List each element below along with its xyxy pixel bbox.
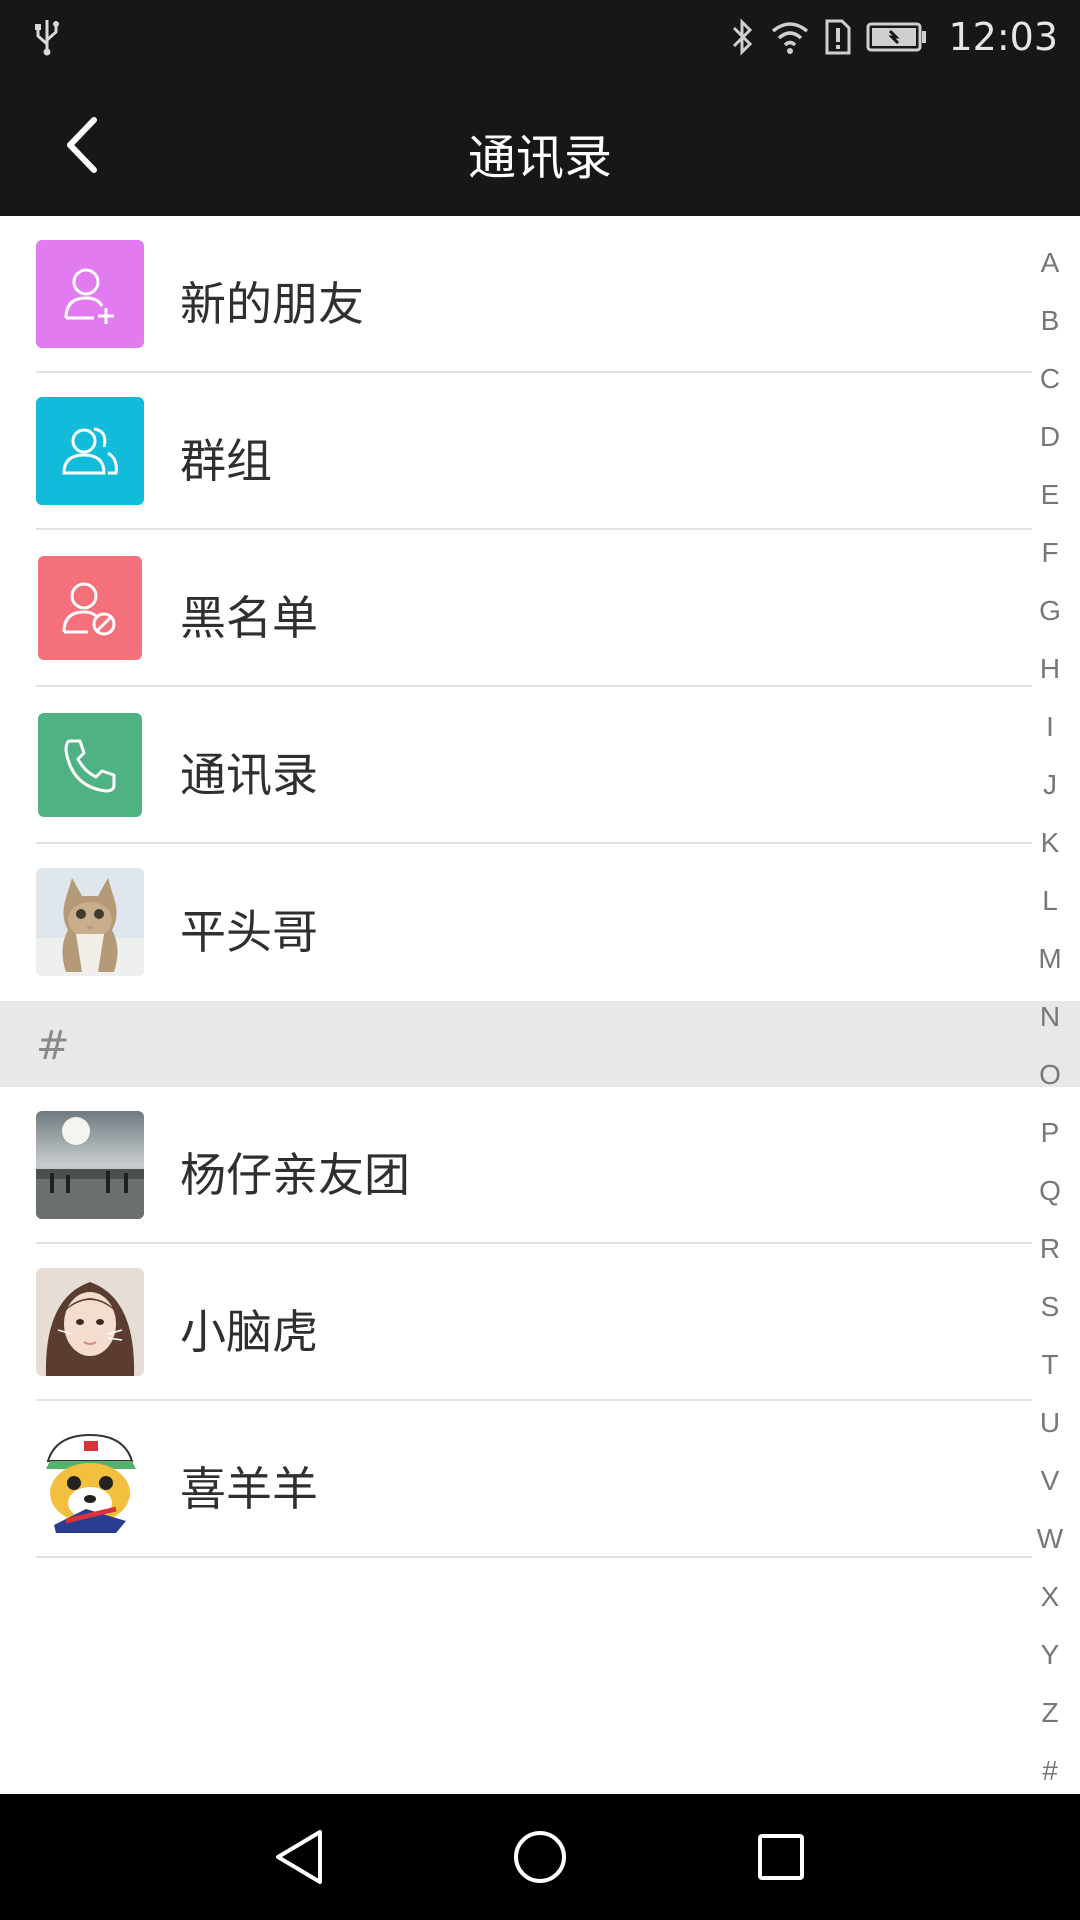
index-letter[interactable]: V bbox=[1020, 1458, 1080, 1516]
system-nav-bar bbox=[0, 1794, 1080, 1920]
status-bar: 12:03 bbox=[0, 0, 1080, 74]
index-letter[interactable]: B bbox=[1020, 298, 1080, 356]
address-book-icon-box bbox=[38, 713, 142, 817]
recents-square-icon[interactable] bbox=[746, 1822, 816, 1892]
index-letter[interactable]: J bbox=[1020, 762, 1080, 820]
groups-icon-box bbox=[36, 397, 144, 505]
girl-avatar bbox=[36, 1268, 144, 1376]
list-item-groups[interactable]: 群组 bbox=[0, 373, 1080, 530]
new-friends-icon-box bbox=[36, 240, 144, 348]
list-item-contact[interactable]: 平头哥 bbox=[0, 844, 1080, 1001]
index-letter[interactable]: P bbox=[1020, 1110, 1080, 1168]
index-letter[interactable]: C bbox=[1020, 356, 1080, 414]
index-letter[interactable]: X bbox=[1020, 1574, 1080, 1632]
index-letter[interactable]: I bbox=[1020, 704, 1080, 762]
index-letter[interactable]: F bbox=[1020, 530, 1080, 588]
page-title: 通讯录 bbox=[467, 130, 612, 186]
index-letter[interactable]: U bbox=[1020, 1400, 1080, 1458]
list-item-label: 小脑虎 bbox=[180, 1305, 318, 1359]
index-letter[interactable]: Z bbox=[1020, 1690, 1080, 1748]
index-letter[interactable]: W bbox=[1020, 1516, 1080, 1574]
list-item-label: 黑名单 bbox=[180, 591, 318, 645]
group-icon bbox=[62, 427, 118, 475]
sim-alert-icon bbox=[825, 19, 851, 55]
usb-icon bbox=[35, 20, 59, 56]
list-item-label: 新的朋友 bbox=[180, 277, 364, 331]
list-item-label: 通讯录 bbox=[180, 748, 318, 802]
landscape-avatar bbox=[36, 1111, 144, 1219]
list-item-label: 平头哥 bbox=[180, 905, 318, 959]
phone-icon bbox=[64, 739, 116, 793]
index-letter[interactable]: G bbox=[1020, 588, 1080, 646]
list-item-new-friends[interactable]: 新的朋友 bbox=[0, 216, 1080, 373]
cartoon-dog-avatar bbox=[36, 1425, 144, 1533]
index-letter[interactable]: D bbox=[1020, 414, 1080, 472]
battery-icon bbox=[866, 22, 927, 52]
title-bar: 通讯录 bbox=[0, 74, 1080, 216]
list-item-label: 喜羊羊 bbox=[180, 1462, 318, 1516]
index-letter[interactable]: E bbox=[1020, 472, 1080, 530]
status-time: 12:03 bbox=[948, 15, 1058, 59]
index-letter[interactable]: M bbox=[1020, 936, 1080, 994]
index-letter[interactable]: N bbox=[1020, 994, 1080, 1052]
wifi-icon bbox=[772, 22, 809, 54]
cat-avatar bbox=[36, 868, 144, 976]
list-item-address-book[interactable]: 通讯录 bbox=[0, 687, 1080, 844]
list-item-contact[interactable]: 小脑虎 bbox=[0, 1244, 1080, 1401]
index-letter[interactable]: K bbox=[1020, 820, 1080, 878]
list-item-label: 群组 bbox=[180, 434, 272, 488]
index-letter[interactable]: O bbox=[1020, 1052, 1080, 1110]
list-item-contact[interactable]: 喜羊羊 bbox=[0, 1401, 1080, 1558]
index-letter[interactable]: T bbox=[1020, 1342, 1080, 1400]
contact-list: 新的朋友 群组 黑名单 通讯录 平头哥 # 杨仔亲友团 小脑虎 喜羊羊 bbox=[0, 216, 1080, 1558]
list-item-label: 杨仔亲友团 bbox=[180, 1148, 410, 1202]
blocked-user-icon bbox=[62, 582, 116, 636]
back-triangle-icon[interactable] bbox=[264, 1822, 334, 1892]
list-item-blacklist[interactable]: 黑名单 bbox=[0, 530, 1080, 687]
index-letter[interactable]: A bbox=[1020, 240, 1080, 298]
index-letter[interactable]: Y bbox=[1020, 1632, 1080, 1690]
section-header: # bbox=[0, 1001, 1080, 1087]
list-item-contact[interactable]: 杨仔亲友团 bbox=[0, 1087, 1080, 1244]
index-letter[interactable]: H bbox=[1020, 646, 1080, 704]
index-letter[interactable]: S bbox=[1020, 1284, 1080, 1342]
blacklist-icon-box bbox=[38, 556, 142, 660]
bluetooth-icon bbox=[733, 18, 753, 56]
index-letter[interactable]: R bbox=[1020, 1226, 1080, 1284]
divider bbox=[36, 1556, 1032, 1558]
index-letter[interactable]: L bbox=[1020, 878, 1080, 936]
index-letter[interactable]: Q bbox=[1020, 1168, 1080, 1226]
add-user-icon bbox=[64, 268, 114, 324]
alphabet-index[interactable]: A B C D E F G H I J K L M N O P Q R S T … bbox=[1020, 240, 1080, 1806]
section-header-label: # bbox=[36, 1023, 70, 1069]
home-circle-icon[interactable] bbox=[505, 1822, 575, 1892]
contacts-screen: 12:03 通讯录 新的朋友 群组 黑名单 通讯录 平头哥 # 杨仔亲友团 小脑… bbox=[0, 0, 1080, 1920]
